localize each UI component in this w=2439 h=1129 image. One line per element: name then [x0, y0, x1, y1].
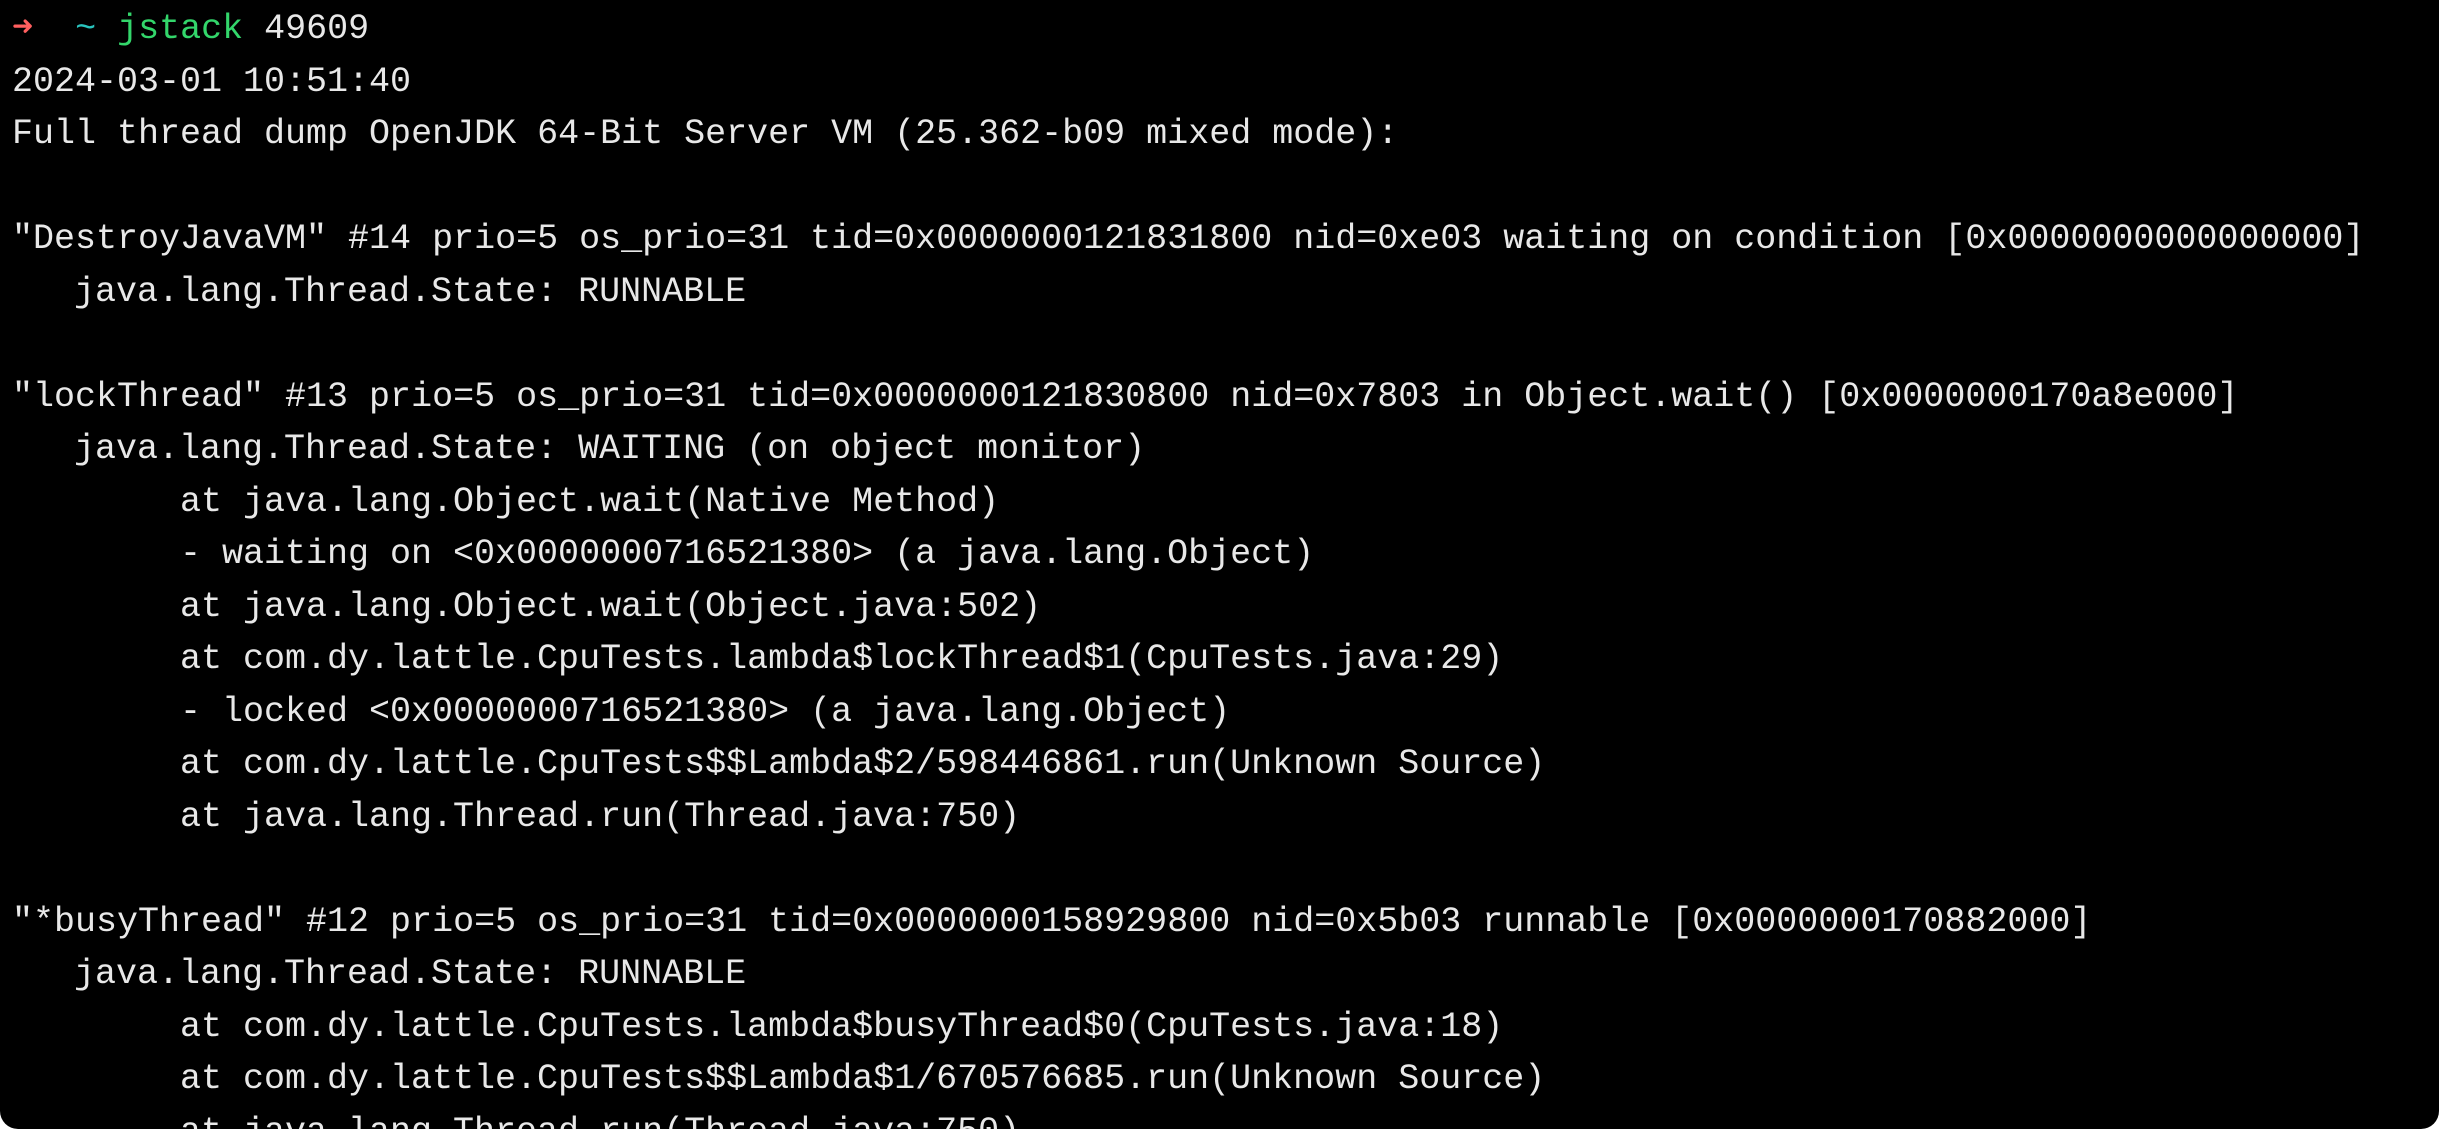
stack-frame: - waiting on <0x0000000716521380> (a jav… — [180, 534, 1315, 574]
terminal-window[interactable]: ➜ ~ jstack 49609 2024-03-01 10:51:40 Ful… — [0, 0, 2439, 1129]
prompt-command: jstack — [117, 9, 244, 49]
stack-frame: at com.dy.lattle.CpuTests.lambda$busyThr… — [180, 1006, 1504, 1047]
terminal-output: ➜ ~ jstack 49609 2024-03-01 10:51:40 Ful… — [12, 3, 2439, 1129]
prompt-cwd: ~ — [75, 9, 97, 49]
dump-timestamp: 2024-03-01 10:51:40 — [12, 61, 412, 102]
stack-frame: at com.dy.lattle.CpuTests$$Lambda$1/6705… — [180, 1059, 1546, 1099]
stack-frame: - locked <0x0000000716521380> (a java.la… — [180, 691, 1231, 732]
thread-state: java.lang.Thread.State: RUNNABLE — [74, 954, 747, 994]
prompt-line: ➜ ~ jstack 49609 — [12, 3, 2439, 56]
dump-header: Full thread dump OpenJDK 64-Bit Server V… — [12, 114, 1399, 154]
stack-frame: at java.lang.Thread.run(Thread.java:750) — [180, 796, 1021, 837]
prompt-args: 49609 — [264, 9, 370, 49]
thread-header: "lockThread" #13 prio=5 os_prio=31 tid=0… — [12, 376, 2239, 417]
thread-header: "*busyThread" #12 prio=5 os_prio=31 tid=… — [12, 901, 2092, 942]
thread-state: java.lang.Thread.State: RUNNABLE — [74, 271, 747, 312]
stack-frame: at java.lang.Object.wait(Native Method) — [180, 481, 1000, 522]
thread-header: "DestroyJavaVM" #14 prio=5 os_prio=31 ti… — [12, 219, 2365, 259]
stack-frame: at java.lang.Thread.run(Thread.java:750) — [12, 1106, 2439, 1129]
stack-frame: at com.dy.lattle.CpuTests.lambda$lockThr… — [180, 639, 1504, 679]
prompt-arrow-icon: ➜ — [12, 9, 34, 49]
stack-frame: at com.dy.lattle.CpuTests$$Lambda$2/5984… — [180, 744, 1546, 784]
stack-frame: at java.lang.Object.wait(Object.java:502… — [180, 586, 1042, 627]
thread-state: java.lang.Thread.State: WAITING (on obje… — [74, 429, 1146, 469]
